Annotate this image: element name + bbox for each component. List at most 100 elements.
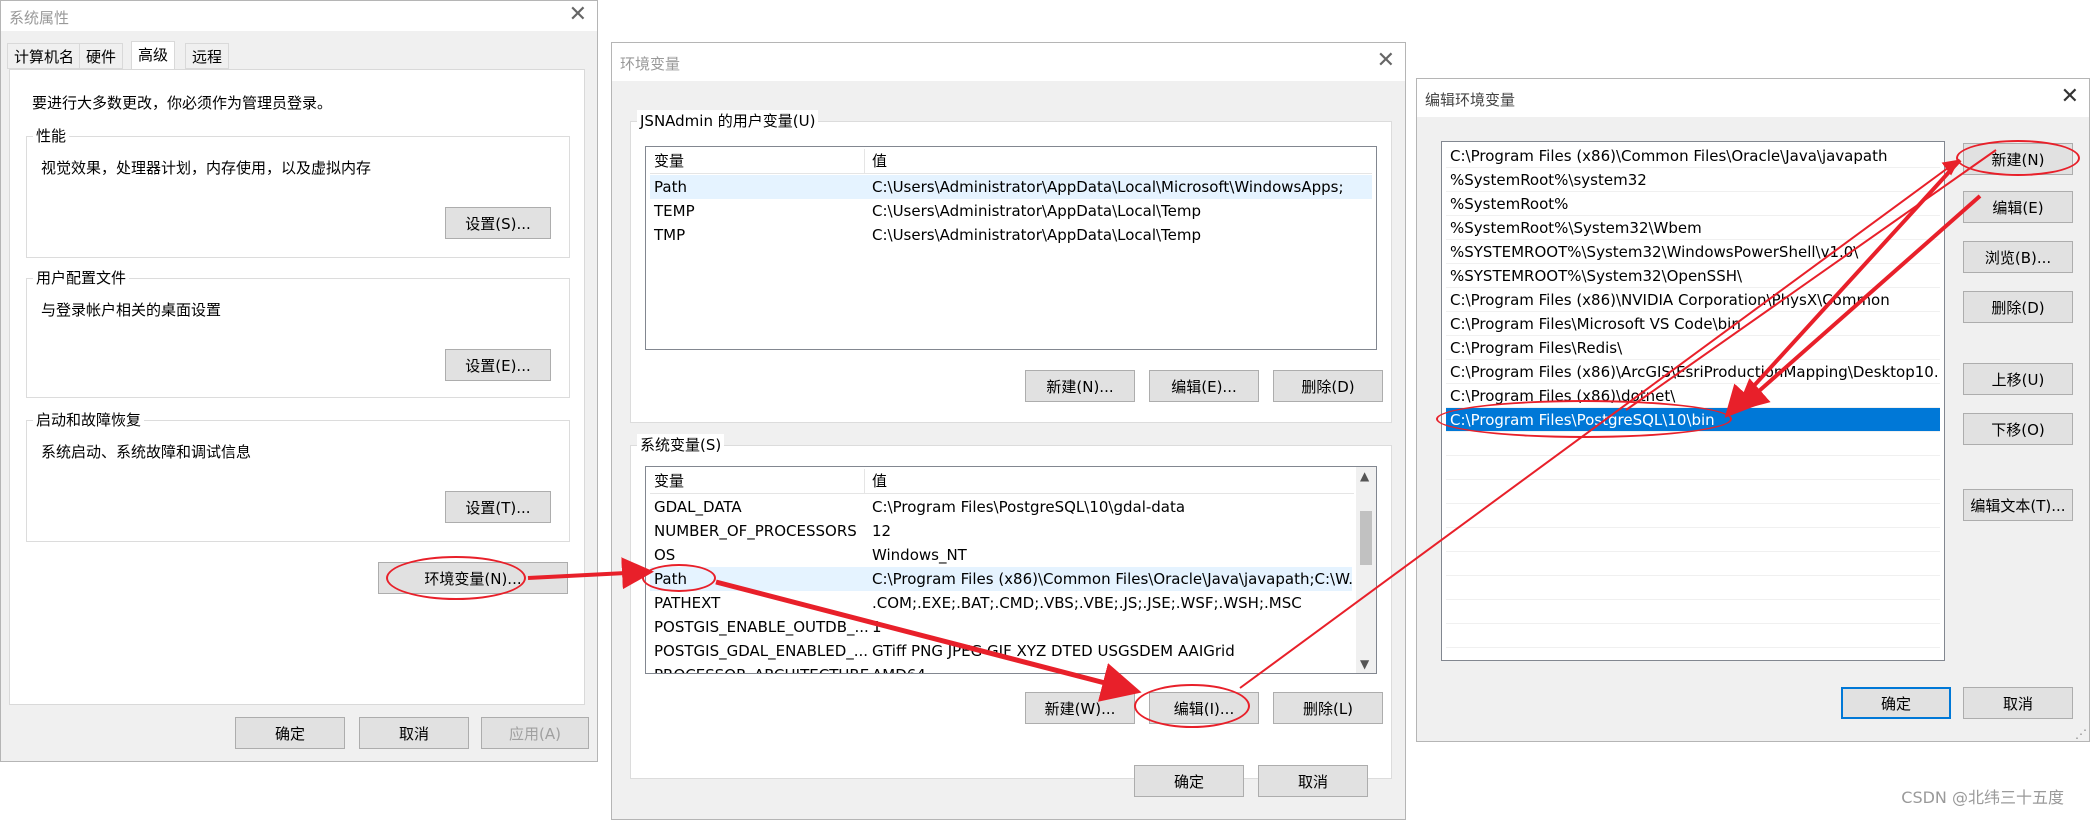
variable-name: PATHEXT: [654, 594, 721, 612]
empty-list-row[interactable]: [1446, 480, 1940, 504]
scroll-down-icon[interactable]: ▼: [1360, 657, 1369, 671]
tab-advanced[interactable]: 高级: [131, 41, 176, 71]
close-icon[interactable]: ✕: [2061, 85, 2079, 109]
table-row[interactable]: POSTGIS_ENABLE_OUTDB_... 1: [650, 615, 1352, 639]
startup-recovery-title: 启动和故障恢复: [33, 409, 145, 430]
variable-value: AMD64: [872, 663, 926, 673]
delete-button[interactable]: 删除(D): [1963, 291, 2073, 323]
ok-button[interactable]: 确定: [1134, 765, 1244, 797]
ok-button[interactable]: 确定: [235, 717, 345, 749]
title-bar: 编辑环境变量 ✕: [1417, 79, 2089, 117]
tab-hardware[interactable]: 硬件: [79, 43, 124, 69]
column-header-value[interactable]: 值: [872, 149, 887, 173]
table-header: 变量 值: [650, 149, 1372, 174]
column-header-value[interactable]: 值: [872, 469, 887, 493]
user-new-button[interactable]: 新建(N)...: [1025, 370, 1135, 402]
variable-value: 12: [872, 522, 892, 540]
window-title: 系统属性: [9, 9, 70, 27]
title-bar: 系统属性 ✕: [1, 1, 597, 31]
environment-variables-window: 环境变量 ✕ JSNAdmin 的用户变量(U) 变量 值 Path C:\Use…: [611, 42, 1406, 820]
ok-button[interactable]: 确定: [1841, 687, 1951, 719]
performance-desc: 视觉效果，处理器计划，内存使用，以及虚拟内存: [41, 159, 372, 177]
column-header-variable[interactable]: 变量: [654, 469, 684, 493]
startup-recovery-group: 启动和故障恢复 系统启动、系统故障和调试信息 设置(T)...: [26, 409, 570, 542]
list-item[interactable]: C:\Program Files\Microsoft VS Code\bin: [1446, 312, 1940, 336]
variable-value: C:\Program Files\PostgreSQL\10\gdal-data: [872, 498, 1186, 516]
close-icon[interactable]: ✕: [569, 3, 587, 27]
tab-remote[interactable]: 远程: [185, 43, 230, 69]
startup-settings-button[interactable]: 设置(T)...: [445, 491, 551, 523]
table-row[interactable]: TEMP C:\Users\Administrator\AppData\Local…: [650, 199, 1372, 223]
empty-list-row[interactable]: [1446, 456, 1940, 480]
empty-list-row[interactable]: [1446, 624, 1940, 648]
table-row[interactable]: POSTGIS_GDAL_ENABLED_... GTiff PNG JPEG G…: [650, 639, 1352, 663]
system-delete-button[interactable]: 删除(L): [1273, 692, 1383, 724]
list-item[interactable]: %SystemRoot%\system32: [1446, 168, 1940, 192]
table-row[interactable]: PATHEXT .COM;.EXE;.BAT;.CMD;.VBS;.VBE;.JS…: [650, 591, 1352, 615]
list-item[interactable]: C:\Program Files (x86)\Common Files\Orac…: [1446, 144, 1940, 168]
system-properties-window: 系统属性 ✕ 计算机名 硬件 高级 远程 要进行大多数更改，你必须作为管理员登录…: [0, 0, 598, 762]
user-profile-title: 用户配置文件: [33, 267, 130, 288]
variable-value: C:\Users\Administrator\AppData\Local\Tem…: [872, 226, 1202, 244]
resize-grip-icon[interactable]: ⋰: [2075, 727, 2087, 741]
table-row[interactable]: TMP C:\Users\Administrator\AppData\Local\…: [650, 223, 1372, 247]
apply-button[interactable]: 应用(A): [481, 717, 589, 749]
variable-value: GTiff PNG JPEG GIF XYZ DTED USGSDEM AAIG…: [872, 642, 1235, 660]
empty-list-row[interactable]: [1446, 528, 1940, 552]
variable-value: C:\Users\Administrator\AppData\Local\Mic…: [872, 178, 1344, 196]
list-item[interactable]: %SYSTEMROOT%\System32\WindowsPowerShell\…: [1446, 240, 1940, 264]
move-up-button[interactable]: 上移(U): [1963, 363, 2073, 395]
annotation-ellipse-new-button: [1956, 140, 2080, 176]
annotation-ellipse-postgres-entry: [1436, 400, 1732, 438]
user-variables-table: 变量 值 Path C:\Users\Administrator\AppData\…: [645, 146, 1377, 350]
list-item[interactable]: %SystemRoot%\System32\Wbem: [1446, 216, 1940, 240]
startup-recovery-desc: 系统启动、系统故障和调试信息: [41, 443, 252, 461]
variable-name: PROCESSOR_ARCHITECTURE: [654, 663, 869, 673]
user-edit-button[interactable]: 编辑(E)...: [1149, 370, 1259, 402]
user-delete-button[interactable]: 删除(D): [1273, 370, 1383, 402]
table-row[interactable]: PROCESSOR_ARCHITECTUREAMD64: [650, 663, 1352, 673]
table-row[interactable]: Path C:\Program Files (x86)\Common Files\…: [650, 567, 1352, 591]
cancel-button[interactable]: 取消: [1258, 765, 1368, 797]
cancel-button[interactable]: 取消: [1963, 687, 2073, 719]
user-profile-settings-button[interactable]: 设置(E)...: [445, 349, 551, 381]
empty-list-row[interactable]: [1446, 576, 1940, 600]
vertical-scrollbar[interactable]: ▲ ▼: [1356, 467, 1376, 673]
edit-button[interactable]: 编辑(E): [1963, 191, 2073, 223]
list-item[interactable]: %SystemRoot%: [1446, 192, 1940, 216]
variable-value: Windows_NT: [872, 546, 967, 564]
user-variables-group: JSNAdmin 的用户变量(U) 变量 值 Path C:\Users\Admi…: [630, 110, 1392, 423]
table-row[interactable]: NUMBER_OF_PROCESSORS 12: [650, 519, 1352, 543]
cancel-button[interactable]: 取消: [359, 717, 469, 749]
edit-text-button[interactable]: 编辑文本(T)...: [1963, 489, 2073, 521]
column-header-variable[interactable]: 变量: [654, 149, 684, 173]
empty-list-row[interactable]: [1446, 504, 1940, 528]
variable-name: NUMBER_OF_PROCESSORS: [654, 522, 857, 540]
performance-title: 性能: [33, 125, 70, 146]
path-list: C:\Program Files (x86)\Common Files\Orac…: [1441, 141, 1945, 661]
list-item[interactable]: C:\Program Files (x86)\ArcGIS\EsriProduc…: [1446, 360, 1940, 384]
system-new-button[interactable]: 新建(W)...: [1025, 692, 1135, 724]
system-variables-title: 系统变量(S): [637, 434, 725, 455]
performance-settings-button[interactable]: 设置(S)...: [445, 207, 551, 239]
scroll-up-icon[interactable]: ▲: [1360, 469, 1369, 483]
list-item[interactable]: %SYSTEMROOT%\System32\OpenSSH\: [1446, 264, 1940, 288]
performance-group: 性能 视觉效果，处理器计划，内存使用，以及虚拟内存 设置(S)...: [26, 125, 570, 258]
empty-list-row[interactable]: [1446, 552, 1940, 576]
tab-computer-name[interactable]: 计算机名: [7, 43, 82, 69]
system-variables-group: 系统变量(S) 变量 值 GDAL_DATA C:\Program Files\P…: [630, 434, 1392, 779]
list-item[interactable]: C:\Program Files (x86)\NVIDIA Corporatio…: [1446, 288, 1940, 312]
table-row[interactable]: OS Windows_NT: [650, 543, 1352, 567]
table-row[interactable]: Path C:\Users\Administrator\AppData\Local…: [650, 175, 1372, 199]
scroll-thumb[interactable]: [1360, 511, 1372, 565]
close-icon[interactable]: ✕: [1377, 49, 1395, 73]
empty-list-row[interactable]: [1446, 600, 1940, 624]
variable-name: Path: [654, 178, 687, 196]
watermark: CSDN @北纬三十五度: [1901, 788, 2064, 807]
admin-note: 要进行大多数更改，你必须作为管理员登录。: [32, 94, 333, 112]
variable-name: TMP: [654, 226, 686, 244]
move-down-button[interactable]: 下移(O): [1963, 413, 2073, 445]
browse-button[interactable]: 浏览(B)...: [1963, 241, 2073, 273]
list-item[interactable]: C:\Program Files\Redis\: [1446, 336, 1940, 360]
table-row[interactable]: GDAL_DATA C:\Program Files\PostgreSQL\10\…: [650, 495, 1352, 519]
